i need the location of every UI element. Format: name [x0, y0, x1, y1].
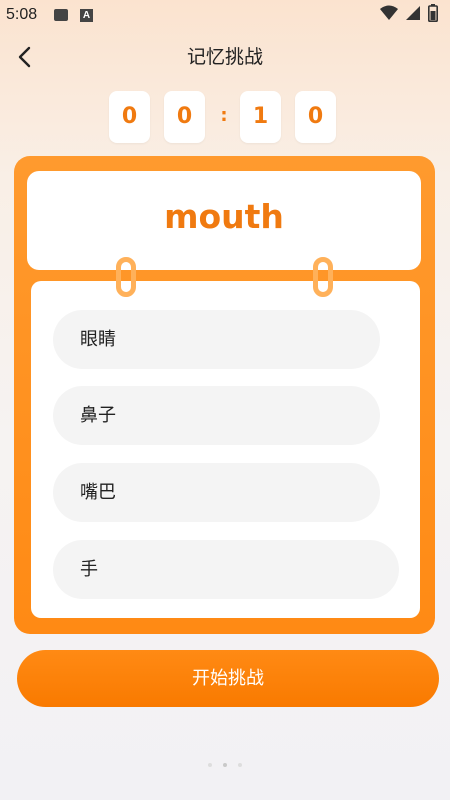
- answer-option[interactable]: 嘴巴: [53, 463, 380, 522]
- answer-option[interactable]: 手: [53, 540, 399, 599]
- page-dot: [207, 763, 212, 767]
- binder-ring: [116, 257, 136, 297]
- answer-option[interactable]: 鼻子: [53, 386, 380, 445]
- timer-digit: 0: [295, 91, 336, 143]
- timer-digit: 0: [109, 91, 150, 143]
- a-icon: A: [80, 9, 93, 22]
- status-bar: 5:08 A: [0, 0, 450, 30]
- page-dot: [223, 763, 227, 767]
- answer-option[interactable]: 眼睛: [53, 310, 380, 369]
- timer-separator: :: [220, 105, 228, 126]
- timer-digit: 0: [164, 91, 205, 143]
- page-dot: [238, 763, 243, 767]
- binder-ring: [313, 257, 333, 297]
- page-indicator: [0, 752, 450, 771]
- page-title: 记忆挑战: [186, 46, 263, 68]
- target-word: mouth: [164, 197, 284, 236]
- battery-icon: [428, 4, 438, 22]
- start-challenge-button[interactable]: 开始挑战: [17, 650, 439, 707]
- status-time: 5:08: [6, 6, 38, 23]
- word-panel: mouth: [27, 171, 421, 270]
- countdown-timer: 0 0 : 1 0: [0, 91, 450, 143]
- timer-digit: 1: [240, 91, 281, 143]
- image-icon: [54, 9, 68, 21]
- wifi-icon: [380, 5, 398, 20]
- signal-icon: [406, 6, 420, 20]
